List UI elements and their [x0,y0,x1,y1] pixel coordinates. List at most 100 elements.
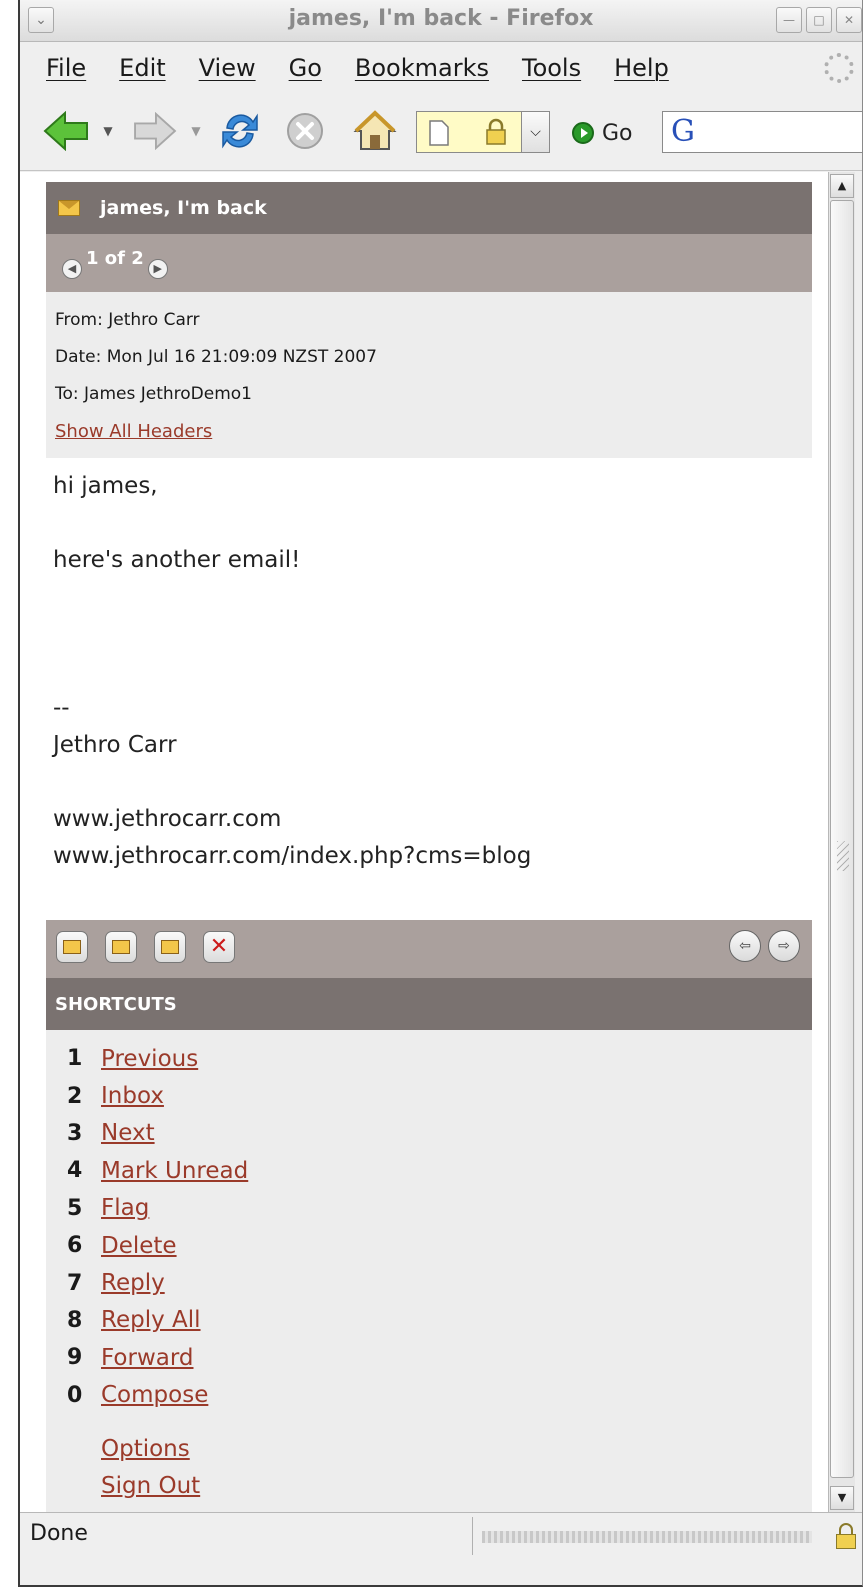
message-subject: james, I'm back [100,197,267,219]
body-line [53,505,793,542]
shortcuts-header: SHORTCUTS [46,978,812,1030]
menu-tools[interactable]: Tools [522,54,581,82]
navigation-toolbar: ▼ ▼ ⌵ Go G [20,93,862,171]
maximize-icon: □ [813,13,825,27]
shortcut-forward-link[interactable]: Forward [101,1345,194,1371]
shortcut-mark-unread-link[interactable]: Mark Unread [101,1158,248,1184]
arrow-right-icon: ⇨ [778,938,790,954]
stop-icon [287,113,323,149]
body-line: here's another email! [53,547,301,573]
message-body: hi james, here's another email! -- Jethr… [53,468,793,875]
forward-message-button[interactable] [154,931,186,963]
shortcut-item: 1 Previous [46,1040,812,1077]
shortcut-item: 3 Next [46,1115,812,1152]
message-title-bar: james, I'm back [46,182,812,234]
shortcut-key: 4 [67,1158,83,1184]
scroll-thumb[interactable] [830,200,854,1478]
menu-help[interactable]: Help [614,54,669,82]
url-history-dropdown[interactable]: ⌵ [521,112,549,152]
menu-bookmarks[interactable]: Bookmarks [355,54,489,82]
minimize-button[interactable]: — [776,7,802,33]
title-bar: ⌄ james, I'm back - Firefox — □ ✕ [20,0,862,42]
reply-icon [63,940,81,954]
forward-message-icon [161,940,179,954]
shortcut-key: 9 [67,1345,83,1371]
go-button[interactable]: Go [572,115,633,151]
reply-button[interactable] [56,931,88,963]
grip-icon [837,841,849,871]
shortcut-delete-link[interactable]: Delete [101,1233,177,1259]
forward-history-dropdown[interactable]: ▼ [188,109,204,153]
scroll-up-button[interactable]: ▲ [830,174,854,198]
shortcut-compose-link[interactable]: Compose [101,1382,208,1408]
shortcut-item: 5 Flag [46,1190,812,1227]
previous-message-icon[interactable]: ◀ [62,259,82,279]
message-action-bar: ✕ ⇦ ⇨ [46,920,812,978]
menu-edit[interactable]: Edit [119,54,165,82]
reload-icon [222,113,258,149]
header-to: To: James JethroDemo1 [55,384,252,404]
body-line: www.jethrocarr.com [53,806,282,832]
shortcut-flag-link[interactable]: Flag [101,1195,149,1221]
menu-go[interactable]: Go [289,54,322,82]
shortcut-inbox-link[interactable]: Inbox [101,1083,164,1109]
shortcut-item: 8 Reply All [46,1302,812,1339]
home-button[interactable] [350,109,400,153]
maximize-button[interactable]: □ [806,7,832,33]
shortcut-next-link[interactable]: Next [101,1120,155,1146]
arrow-up-icon: ▲ [837,179,847,192]
vertical-scrollbar[interactable]: ▲ ▼ [828,172,855,1512]
close-button[interactable]: ✕ [836,7,862,33]
body-line: Jethro Carr [53,732,177,758]
lock-icon [486,118,506,145]
header-from: From: Jethro Carr [55,310,200,330]
shortcut-key: 2 [67,1083,83,1109]
previous-message-button[interactable]: ⇦ [729,930,761,962]
stop-button[interactable] [282,109,328,153]
shortcut-key: 6 [67,1233,83,1259]
options-link[interactable]: Options [101,1436,190,1462]
next-message-button[interactable]: ⇨ [768,930,800,962]
forward-button[interactable] [130,109,180,153]
google-search-icon: G [671,114,695,149]
shortcut-key: 5 [67,1195,83,1221]
show-all-headers-link[interactable]: Show All Headers [55,421,212,442]
url-field[interactable]: ⌵ [416,111,550,153]
menu-bar: File Edit View Go Bookmarks Tools Help [20,43,862,93]
back-history-dropdown[interactable]: ▼ [100,109,116,153]
close-icon: ✕ [843,13,855,27]
sign-out-link[interactable]: Sign Out [101,1473,200,1499]
browser-window: ⌄ james, I'm back - Firefox — □ ✕ File E… [18,0,863,1587]
security-lock-icon[interactable] [836,1523,856,1549]
pager-position: 1 of 2 [86,247,144,269]
next-message-icon[interactable]: ▶ [147,259,168,279]
body-line: -- [53,695,70,721]
menu-view[interactable]: View [199,54,256,82]
body-line: hi james, [53,473,158,499]
body-line: www.jethrocarr.com/index.php?cms=blog [53,843,532,869]
shortcut-previous-link[interactable]: Previous [101,1046,198,1072]
body-line [53,579,793,616]
shortcuts-title: SHORTCUTS [55,993,177,1015]
shortcut-item: Options [46,1430,812,1467]
scroll-down-button[interactable]: ▼ [830,1486,854,1510]
reply-all-button[interactable] [105,931,137,963]
shortcut-item: 6 Delete [46,1227,812,1264]
shortcut-item: Sign Out [46,1467,812,1504]
shortcut-item: 0 Compose [46,1377,812,1414]
shortcut-key: 8 [67,1307,83,1333]
page-icon [429,120,449,146]
home-icon [353,110,397,150]
page-content: james, I'm back ◀ 1 of 2 ▶ From: Jethro … [20,172,828,1512]
search-input[interactable]: G [662,111,862,153]
shortcut-item: 4 Mark Unread [46,1152,812,1189]
shortcut-key: 7 [67,1270,83,1296]
reload-button[interactable] [216,109,264,153]
arrow-left-icon: ⇦ [739,938,751,954]
shortcut-reply-link[interactable]: Reply [101,1270,165,1296]
back-button[interactable] [40,109,92,153]
delete-message-button[interactable]: ✕ [203,931,235,963]
menu-file[interactable]: File [46,54,86,82]
shortcut-reply-all-link[interactable]: Reply All [101,1307,201,1333]
go-icon [572,122,594,144]
